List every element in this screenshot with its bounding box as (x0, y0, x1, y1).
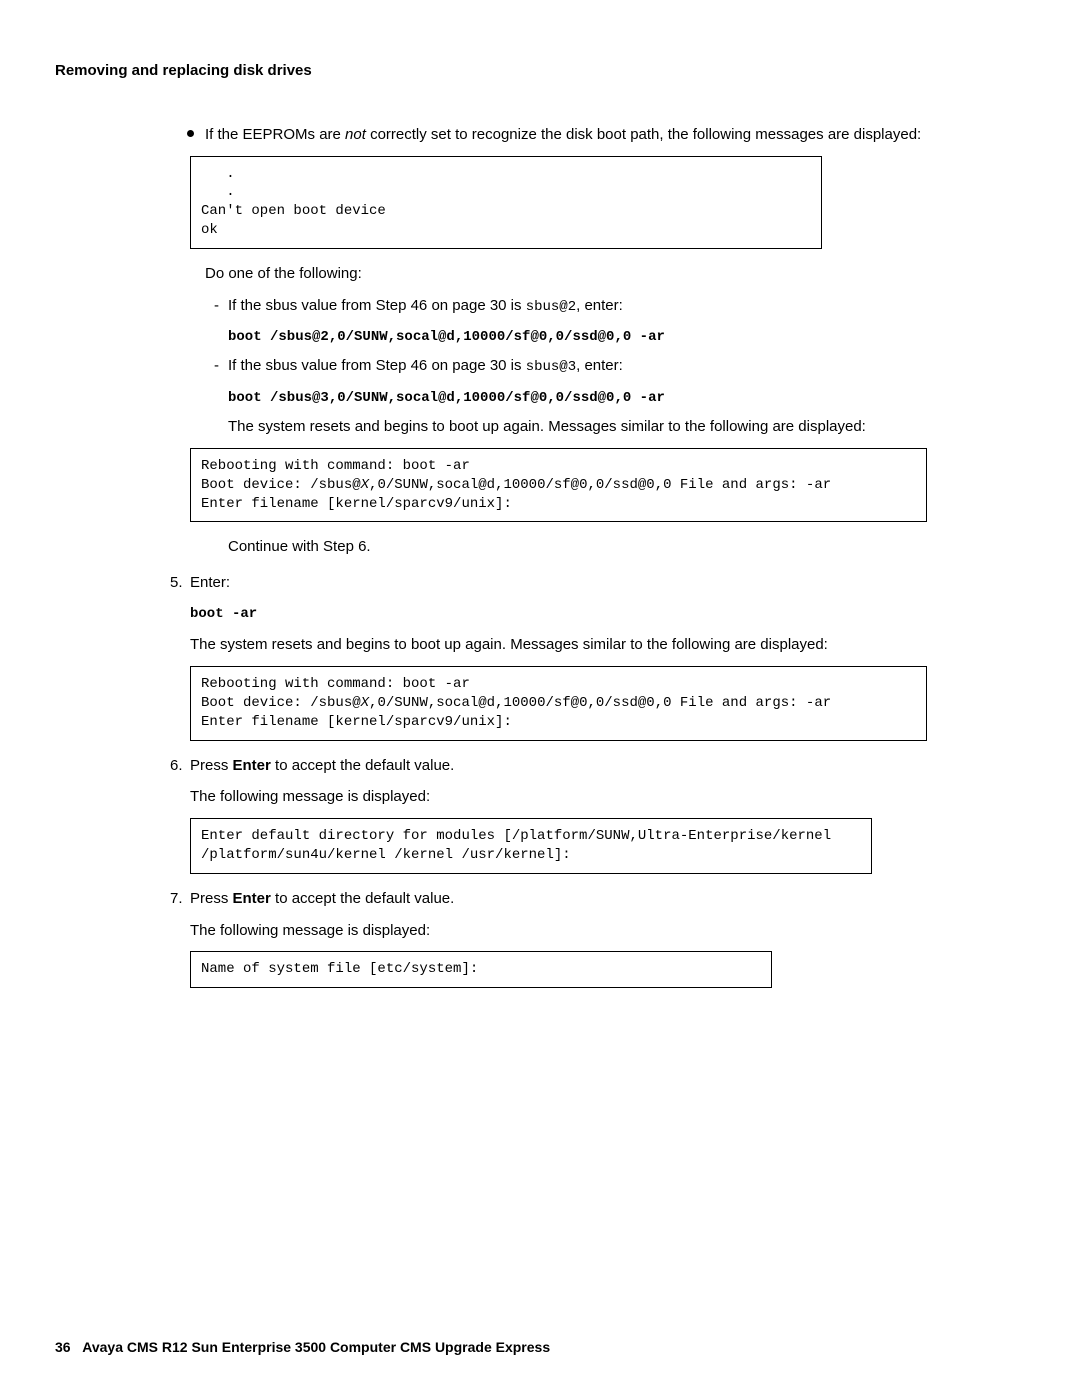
bullet-icon (187, 130, 194, 137)
cmd1-text: boot /sbus@2,0/SUNW,socal@d,10000/sf@0,0… (228, 329, 665, 345)
dash1-text-b: , enter: (576, 297, 623, 314)
step-7: 7. Press Enter to accept the default val… (170, 888, 1025, 910)
cmd2-text: boot /sbus@3,0/SUNW,socal@d,10000/sf@0,0… (228, 390, 665, 406)
step5-label: Enter: (190, 574, 230, 591)
step6-number: 6. (170, 755, 183, 777)
bullet-text-a: If the EEPROMs are (205, 126, 345, 143)
step6-a: Press (190, 757, 233, 774)
step6-enter: Enter (233, 757, 271, 774)
step6-text: The following message is displayed: (190, 786, 1025, 808)
step5-cmd-text: boot -ar (190, 606, 257, 622)
footer-title: Avaya CMS R12 Sun Enterprise 3500 Comput… (82, 1339, 550, 1355)
bullet-not: not (345, 126, 366, 143)
step7-enter: Enter (233, 890, 271, 907)
step7-number: 7. (170, 888, 183, 910)
section-title: Removing and replacing disk drives (55, 60, 1025, 82)
step7-a: Press (190, 890, 233, 907)
dash2-text-b: , enter: (576, 357, 623, 374)
step5-text: The system resets and begins to boot up … (190, 634, 1025, 656)
step7-b: to accept the default value. (271, 890, 454, 907)
bullet-item: If the EEPROMs are not correctly set to … (205, 124, 1025, 146)
dash2-text-a: If the sbus value from Step 46 on page 3… (228, 357, 526, 374)
continue-step6: Continue with Step 6. (228, 536, 1025, 558)
step6-b: to accept the default value. (271, 757, 454, 774)
resets-text-1: The system resets and begins to boot up … (228, 416, 1025, 438)
dash-item-sbus2: - If the sbus value from Step 46 on page… (228, 295, 1025, 317)
step-6: 6. Press Enter to accept the default val… (170, 755, 1025, 777)
dash1-code: sbus@2 (526, 299, 576, 315)
step-5: 5. Enter: (170, 572, 1025, 594)
step5-number: 5. (170, 572, 183, 594)
step7-text: The following message is displayed: (190, 920, 1025, 942)
cb3-x: X (361, 695, 369, 711)
dash1-text-a: If the sbus value from Step 46 on page 3… (228, 297, 526, 314)
page-footer: 36 Avaya CMS R12 Sun Enterprise 3500 Com… (55, 1337, 550, 1357)
code-block-modules: Enter default directory for modules [/pl… (190, 818, 872, 874)
cmd-sbus2: boot /sbus@2,0/SUNW,socal@d,10000/sf@0,0… (228, 325, 1025, 347)
dash-icon: - (214, 355, 219, 377)
code-block-reboot-1: Rebooting with command: boot -ar Boot de… (190, 448, 927, 523)
bullet-text-b: correctly set to recognize the disk boot… (366, 126, 921, 143)
code-block-boot-error: . . Can't open boot device ok (190, 156, 822, 250)
dash2-code: sbus@3 (526, 359, 576, 375)
page-number: 36 (55, 1339, 71, 1355)
dash-icon: - (214, 295, 219, 317)
code-block-system-file: Name of system file [etc/system]: (190, 951, 772, 988)
cmd-sbus3: boot /sbus@3,0/SUNW,socal@d,10000/sf@0,0… (228, 386, 1025, 408)
cb2-x: X (361, 477, 369, 493)
dash-item-sbus3: - If the sbus value from Step 46 on page… (228, 355, 1025, 377)
do-one-text: Do one of the following: (205, 263, 1025, 285)
step5-cmd: boot -ar (190, 602, 1025, 624)
code-block-reboot-2: Rebooting with command: boot -ar Boot de… (190, 666, 927, 741)
